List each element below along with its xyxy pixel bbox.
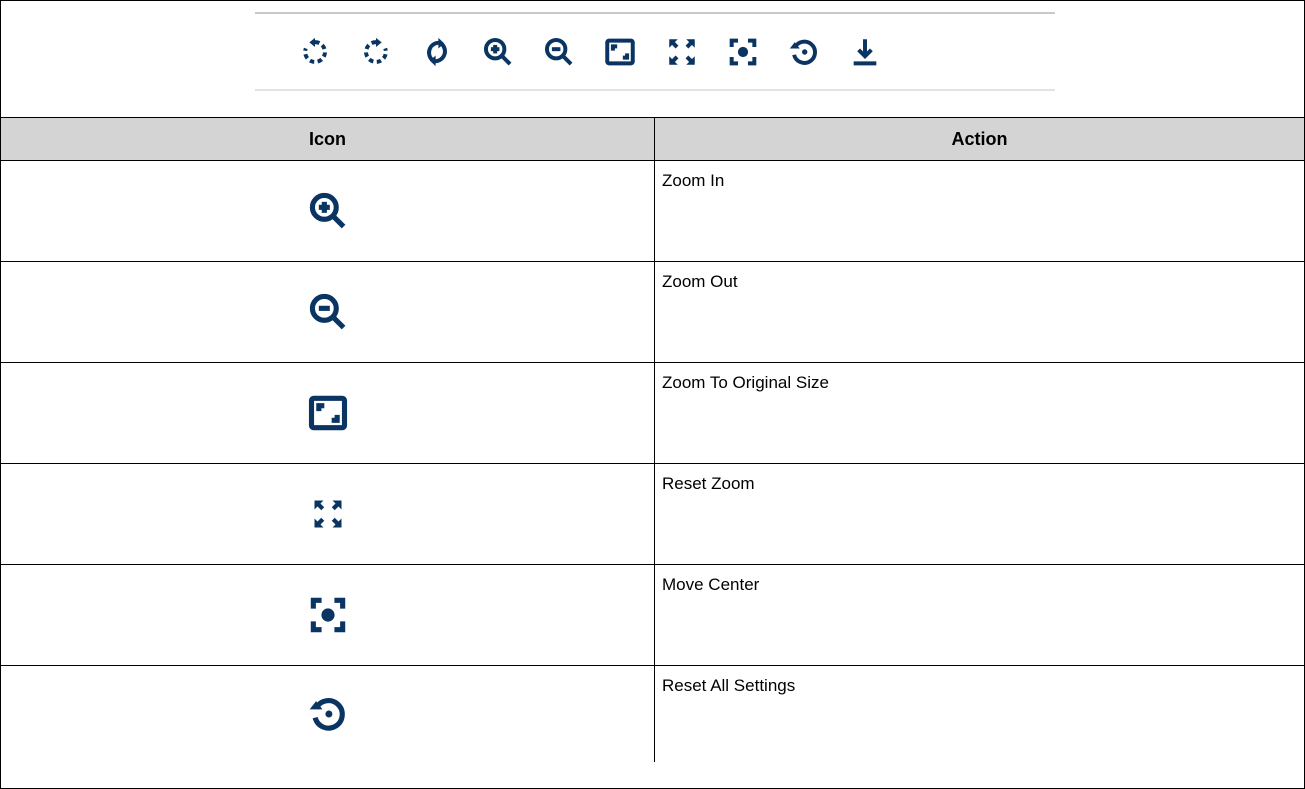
- reset-all-icon[interactable]: [786, 34, 822, 70]
- action-label: Reset All Settings: [662, 676, 796, 695]
- header-icon: Icon: [1, 118, 655, 160]
- table-row: Reset All Settings: [1, 666, 1304, 762]
- table-row: Zoom In: [1, 161, 1304, 262]
- action-label: Zoom Out: [662, 272, 738, 291]
- toolbar-preview: [1, 1, 1304, 118]
- action-label: Reset Zoom: [662, 474, 755, 493]
- reset-zoom-icon: [310, 496, 346, 532]
- table-header: Icon Action: [1, 118, 1304, 161]
- reset-zoom-icon[interactable]: [664, 34, 700, 70]
- table-row: Reset Zoom: [1, 464, 1304, 565]
- zoom-out-icon: [306, 290, 350, 334]
- zoom-in-icon: [306, 189, 350, 233]
- zoom-in-icon[interactable]: [480, 34, 516, 70]
- move-center-icon: [306, 593, 350, 637]
- original-size-icon[interactable]: [602, 34, 638, 70]
- action-label: Zoom In: [662, 171, 725, 190]
- action-label: Move Center: [662, 575, 760, 594]
- table-row: Zoom Out: [1, 262, 1304, 363]
- table-row: Zoom To Original Size: [1, 363, 1304, 464]
- download-icon[interactable]: [847, 34, 883, 70]
- flip-icon[interactable]: [419, 34, 455, 70]
- table-row: Move Center: [1, 565, 1304, 666]
- zoom-out-icon[interactable]: [541, 34, 577, 70]
- rotate-counterclockwise-icon[interactable]: [297, 34, 333, 70]
- toolbar-divider-top: [255, 12, 1055, 14]
- icon-action-table: Icon Action Zoom In Zoom Out Zoom To Ori…: [1, 118, 1304, 762]
- header-action: Action: [951, 128, 1008, 149]
- rotate-clockwise-icon[interactable]: [358, 34, 394, 70]
- reset-all-icon: [306, 692, 350, 736]
- move-center-icon[interactable]: [725, 34, 761, 70]
- document-frame: Icon Action Zoom In Zoom Out Zoom To Ori…: [0, 0, 1305, 789]
- action-label: Zoom To Original Size: [662, 373, 829, 392]
- toolbar-divider-bottom: [255, 89, 1055, 91]
- original-size-icon: [306, 391, 350, 435]
- image-viewer-toolbar: [297, 34, 908, 70]
